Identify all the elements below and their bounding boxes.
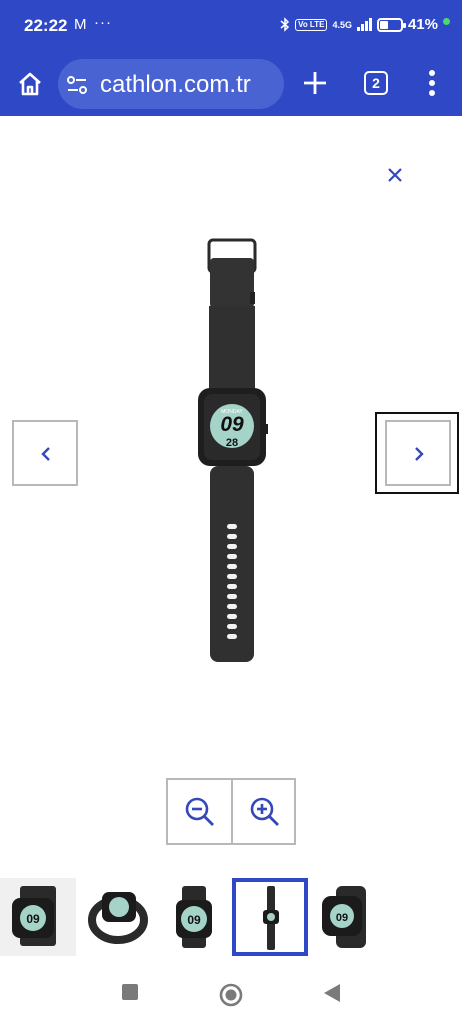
more-notifications-icon: ··· [94,14,112,31]
next-image-button[interactable] [385,420,451,486]
thumbnail-4-selected[interactable] [232,878,308,956]
status-indicators: Vo LTE 4.5G 41% [280,16,450,33]
browser-toolbar: cathlon.com.tr 2 [0,54,462,116]
previous-image-button[interactable] [12,420,78,486]
strap-hole [227,524,237,529]
zoom-in-button[interactable] [230,780,294,843]
thumbnail-5-image: 09 [322,886,366,948]
battery-icon [376,17,406,32]
strap-hole [227,564,237,569]
strap-hole [227,584,237,589]
zoom-out-button[interactable] [168,780,231,843]
strap-hole [227,634,237,639]
chevron-right-icon [415,447,424,461]
volte-badge: Vo LTE [295,18,328,31]
next-image-focus-ring [375,412,459,494]
strap-hole [227,594,237,599]
watch-day: MONDAY [221,409,243,415]
thumbnail-2-image [88,892,148,944]
thumbnail-2[interactable] [80,878,156,956]
watch-minutes: 28 [226,437,238,449]
strap-hole [227,534,237,539]
system-navigation-bar [0,964,462,1024]
status-bar: 22:22 M ··· Vo LTE 4.5G 41% [0,0,462,54]
bluetooth-icon [280,17,290,32]
tab-switcher-button[interactable]: 2 [364,71,388,95]
zoom-in-icon [250,797,279,826]
battery-fill [379,20,388,29]
thumbnail-3-image: 09 [176,886,212,948]
recents-icon[interactable] [120,982,140,1002]
url-text[interactable]: cathlon.com.tr [100,71,251,99]
tune-icon[interactable] [66,75,88,95]
product-image-watch: 09 28 MONDAY [198,238,268,662]
zoom-out-icon [185,797,214,826]
strap-hole [227,614,237,619]
chevron-left-icon [41,447,50,461]
thumbnail-strip: 09 09 09 [0,878,462,958]
watch-hours: 09 [220,413,244,436]
strap-hole [227,574,237,579]
close-icon[interactable] [382,162,408,188]
network-type: 4.5G [332,19,352,30]
zoom-controls [166,778,296,845]
thumbnail-1-image: 09 [12,886,56,946]
home-icon[interactable] [14,68,46,100]
strap-hole [227,544,237,549]
home-circle-icon[interactable] [218,982,244,1008]
thumbnail-5[interactable]: 09 [310,878,386,956]
privacy-indicator [443,18,450,25]
strap-hole [227,554,237,559]
svg-text:09: 09 [187,913,201,927]
signal-icon [356,18,372,31]
back-triangle-icon[interactable] [322,982,342,1004]
svg-text:09: 09 [336,912,348,924]
strap-hole [227,604,237,609]
more-vert-icon[interactable] [424,68,440,98]
thumbnail-3[interactable]: 09 [156,878,232,956]
thumbnail-1[interactable]: 09 [0,878,76,956]
address-bar[interactable]: cathlon.com.tr [58,59,284,109]
gmail-icon: M [74,16,87,33]
battery-percent: 41% [407,16,438,33]
svg-text:09: 09 [26,912,40,926]
strap-hole [227,624,237,629]
new-tab-icon[interactable] [300,68,330,98]
thumbnail-4-image [263,886,279,950]
status-time: 22:22 [24,16,68,35]
